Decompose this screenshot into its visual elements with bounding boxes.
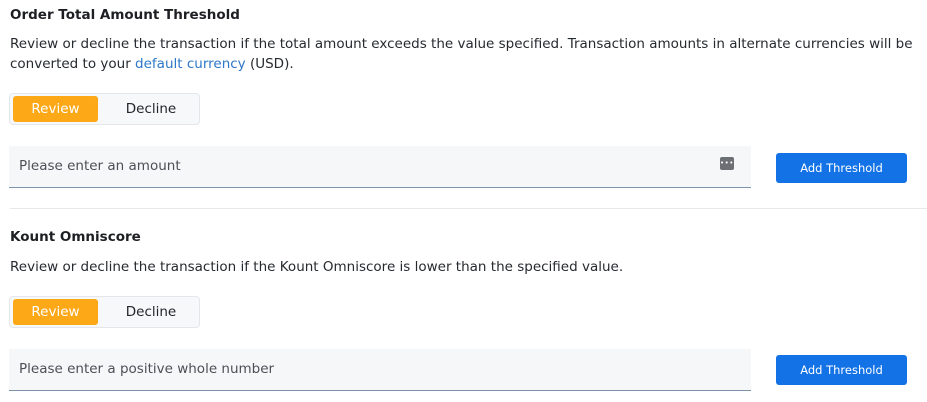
add-threshold-button[interactable]: Add Threshold [776, 153, 907, 183]
decline-option-button[interactable]: Decline [106, 299, 196, 325]
default-currency-link[interactable]: default currency [135, 56, 246, 72]
add-threshold-button[interactable]: Add Threshold [776, 355, 907, 385]
review-decline-toggle: Review Decline [9, 296, 200, 328]
order-total-threshold-section: Order Total Amount Threshold Review or d… [0, 0, 927, 208]
review-option-button[interactable]: Review [13, 299, 98, 325]
description-text-end: (USD). [245, 56, 294, 72]
section-description: Review or decline the transaction if the… [10, 259, 624, 275]
risk-rules-panel: Order Total Amount Threshold Review or d… [0, 0, 927, 402]
review-decline-toggle: Review Decline [9, 93, 200, 125]
section-title: Kount Omniscore [10, 229, 141, 245]
decline-option-button[interactable]: Decline [106, 96, 196, 122]
password-manager-icon[interactable]: ••• [720, 157, 734, 170]
section-description: Review or decline the transaction if the… [10, 34, 915, 74]
omniscore-field [9, 349, 751, 391]
amount-field: ••• [9, 146, 751, 188]
omniscore-input[interactable] [9, 349, 709, 389]
kount-omniscore-section: Kount Omniscore Review or decline the tr… [0, 209, 927, 402]
amount-input[interactable] [9, 146, 709, 186]
review-option-button[interactable]: Review [13, 96, 98, 122]
section-title: Order Total Amount Threshold [10, 7, 240, 23]
